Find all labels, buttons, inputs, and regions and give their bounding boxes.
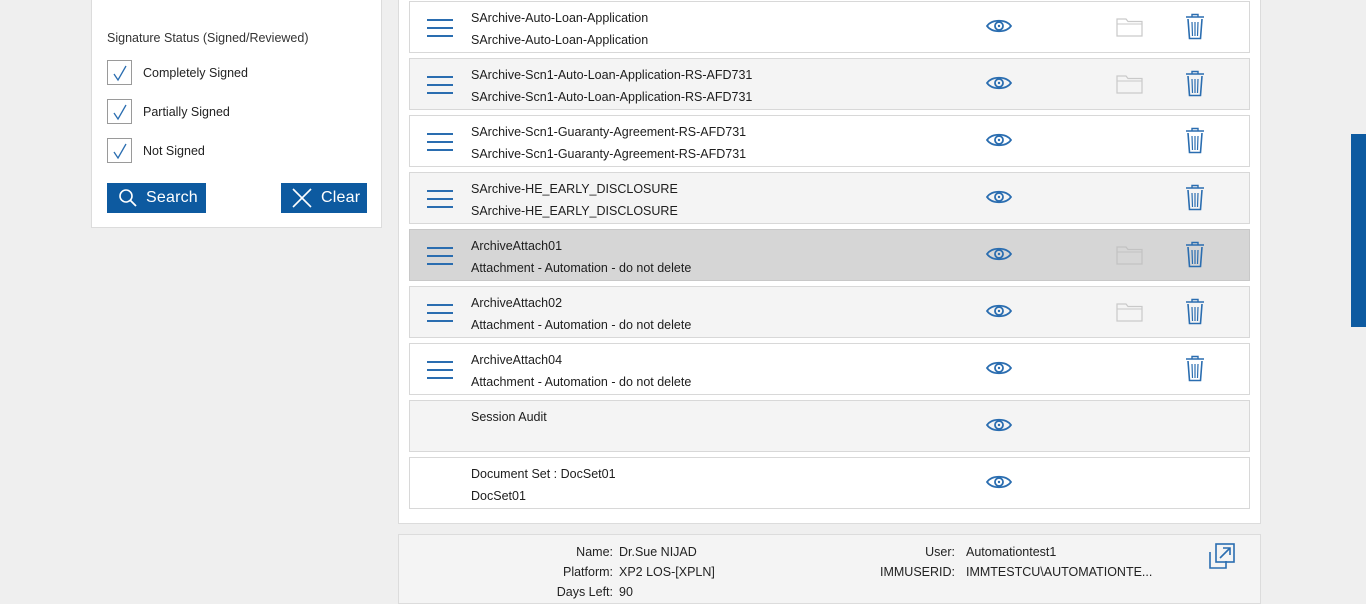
external-link-icon[interactable] <box>1209 543 1235 569</box>
document-name: Document Set : DocSet01 <box>471 467 616 481</box>
trash-icon[interactable] <box>1185 241 1205 268</box>
clear-button-label: Clear <box>321 189 361 206</box>
trash-icon[interactable] <box>1185 184 1205 211</box>
document-row[interactable]: SArchive-Auto-Loan-Application SArchive-… <box>409 1 1250 53</box>
filter-option-partially-signed[interactable]: Partially Signed <box>107 99 230 124</box>
document-name: SArchive-Scn1-Guaranty-Agreement-RS-AFD7… <box>471 125 747 139</box>
document-row[interactable]: Document Set : DocSet01 DocSet01 <box>409 457 1250 509</box>
document-description: SArchive-Auto-Loan-Application <box>471 33 649 47</box>
document-row[interactable]: ArchiveAttach02 Attachment - Automation … <box>409 286 1250 338</box>
trash-icon[interactable] <box>1185 13 1205 40</box>
document-list-panel: SArchive-Auto-Loan-Application SArchive-… <box>398 0 1261 524</box>
signature-status-filter-panel: Signature Status (Signed/Reviewed) Compl… <box>91 0 382 228</box>
trash-icon[interactable] <box>1185 127 1205 154</box>
hamburger-menu-icon[interactable] <box>427 190 453 208</box>
search-button-label: Search <box>146 189 198 206</box>
eye-icon[interactable] <box>986 131 1012 149</box>
document-row[interactable]: ArchiveAttach01 Attachment - Automation … <box>409 229 1250 281</box>
platform-label: Platform: <box>562 565 613 579</box>
days-left-value: 90 <box>619 585 633 599</box>
eye-icon[interactable] <box>986 302 1012 320</box>
folder-icon[interactable] <box>1116 16 1143 37</box>
filter-title: Signature Status (Signed/Reviewed) <box>107 31 309 45</box>
name-label: Name: <box>576 545 613 559</box>
document-name: ArchiveAttach01 <box>471 239 563 253</box>
document-row[interactable]: SArchive-Scn1-Guaranty-Agreement-RS-AFD7… <box>409 115 1250 167</box>
eye-icon[interactable] <box>986 74 1012 92</box>
user-label: User: <box>925 545 955 559</box>
checkbox-partially-signed[interactable] <box>107 99 132 124</box>
document-description: DocSet01 <box>471 489 526 503</box>
document-name: SArchive-Auto-Loan-Application <box>471 11 649 25</box>
filter-option-completely-signed[interactable]: Completely Signed <box>107 60 248 85</box>
user-info-bar: Name: Dr.Sue NIJAD Platform: XP2 LOS-[XP… <box>398 534 1261 604</box>
days-left-label: Days Left: <box>556 585 613 599</box>
hamburger-menu-icon[interactable] <box>427 133 453 151</box>
clear-button[interactable]: Clear <box>281 183 367 213</box>
checkmark-icon <box>112 104 127 120</box>
eye-icon[interactable] <box>986 416 1012 434</box>
filter-option-not-signed[interactable]: Not Signed <box>107 138 205 163</box>
hamburger-menu-icon[interactable] <box>427 19 453 37</box>
document-description: Attachment - Automation - do not delete <box>471 261 692 275</box>
hamburger-menu-icon[interactable] <box>427 247 453 265</box>
folder-icon[interactable] <box>1116 244 1143 265</box>
hamburger-menu-icon[interactable] <box>427 361 453 379</box>
checkmark-icon <box>112 143 127 159</box>
platform-value: XP2 LOS-[XPLN] <box>619 565 715 579</box>
document-row[interactable]: SArchive-Scn1-Auto-Loan-Application-RS-A… <box>409 58 1250 110</box>
eye-icon[interactable] <box>986 188 1012 206</box>
name-value: Dr.Sue NIJAD <box>619 545 697 559</box>
document-name: SArchive-Scn1-Auto-Loan-Application-RS-A… <box>471 68 753 82</box>
immuserid-label: IMMUSERID: <box>880 565 955 579</box>
document-row[interactable]: SArchive-HE_EARLY_DISCLOSURE SArchive-HE… <box>409 172 1250 224</box>
close-icon <box>292 188 312 208</box>
document-row[interactable]: ArchiveAttach04 Attachment - Automation … <box>409 343 1250 395</box>
checkbox-not-signed[interactable] <box>107 138 132 163</box>
document-description: SArchive-Scn1-Auto-Loan-Application-RS-A… <box>471 90 753 104</box>
filter-option-label: Not Signed <box>143 143 205 158</box>
search-button[interactable]: Search <box>107 183 206 213</box>
checkbox-completely-signed[interactable] <box>107 60 132 85</box>
document-description: Attachment - Automation - do not delete <box>471 375 692 389</box>
filter-option-label: Partially Signed <box>143 104 230 119</box>
trash-icon[interactable] <box>1185 355 1205 382</box>
eye-icon[interactable] <box>986 473 1012 491</box>
document-name: Session Audit <box>471 410 547 424</box>
document-description: SArchive-Scn1-Guaranty-Agreement-RS-AFD7… <box>471 147 747 161</box>
document-name: ArchiveAttach02 <box>471 296 563 310</box>
checkmark-icon <box>112 65 127 81</box>
hamburger-menu-icon[interactable] <box>427 76 453 94</box>
eye-icon[interactable] <box>986 17 1012 35</box>
user-value: Automationtest1 <box>966 545 1057 559</box>
document-row[interactable]: Session Audit <box>409 400 1250 452</box>
trash-icon[interactable] <box>1185 298 1205 325</box>
eye-icon[interactable] <box>986 359 1012 377</box>
hamburger-menu-icon[interactable] <box>427 304 453 322</box>
trash-icon[interactable] <box>1185 70 1205 97</box>
document-name: SArchive-HE_EARLY_DISCLOSURE <box>471 182 678 196</box>
folder-icon[interactable] <box>1116 73 1143 94</box>
side-panel-tab[interactable] <box>1351 134 1366 327</box>
search-icon <box>119 189 137 207</box>
filter-option-label: Completely Signed <box>143 65 248 80</box>
eye-icon[interactable] <box>986 245 1012 263</box>
folder-icon[interactable] <box>1116 301 1143 322</box>
document-name: ArchiveAttach04 <box>471 353 563 367</box>
document-description: SArchive-HE_EARLY_DISCLOSURE <box>471 204 678 218</box>
immuserid-value: IMMTESTCU\AUTOMATIONTE... <box>966 565 1153 579</box>
document-description: Attachment - Automation - do not delete <box>471 318 692 332</box>
